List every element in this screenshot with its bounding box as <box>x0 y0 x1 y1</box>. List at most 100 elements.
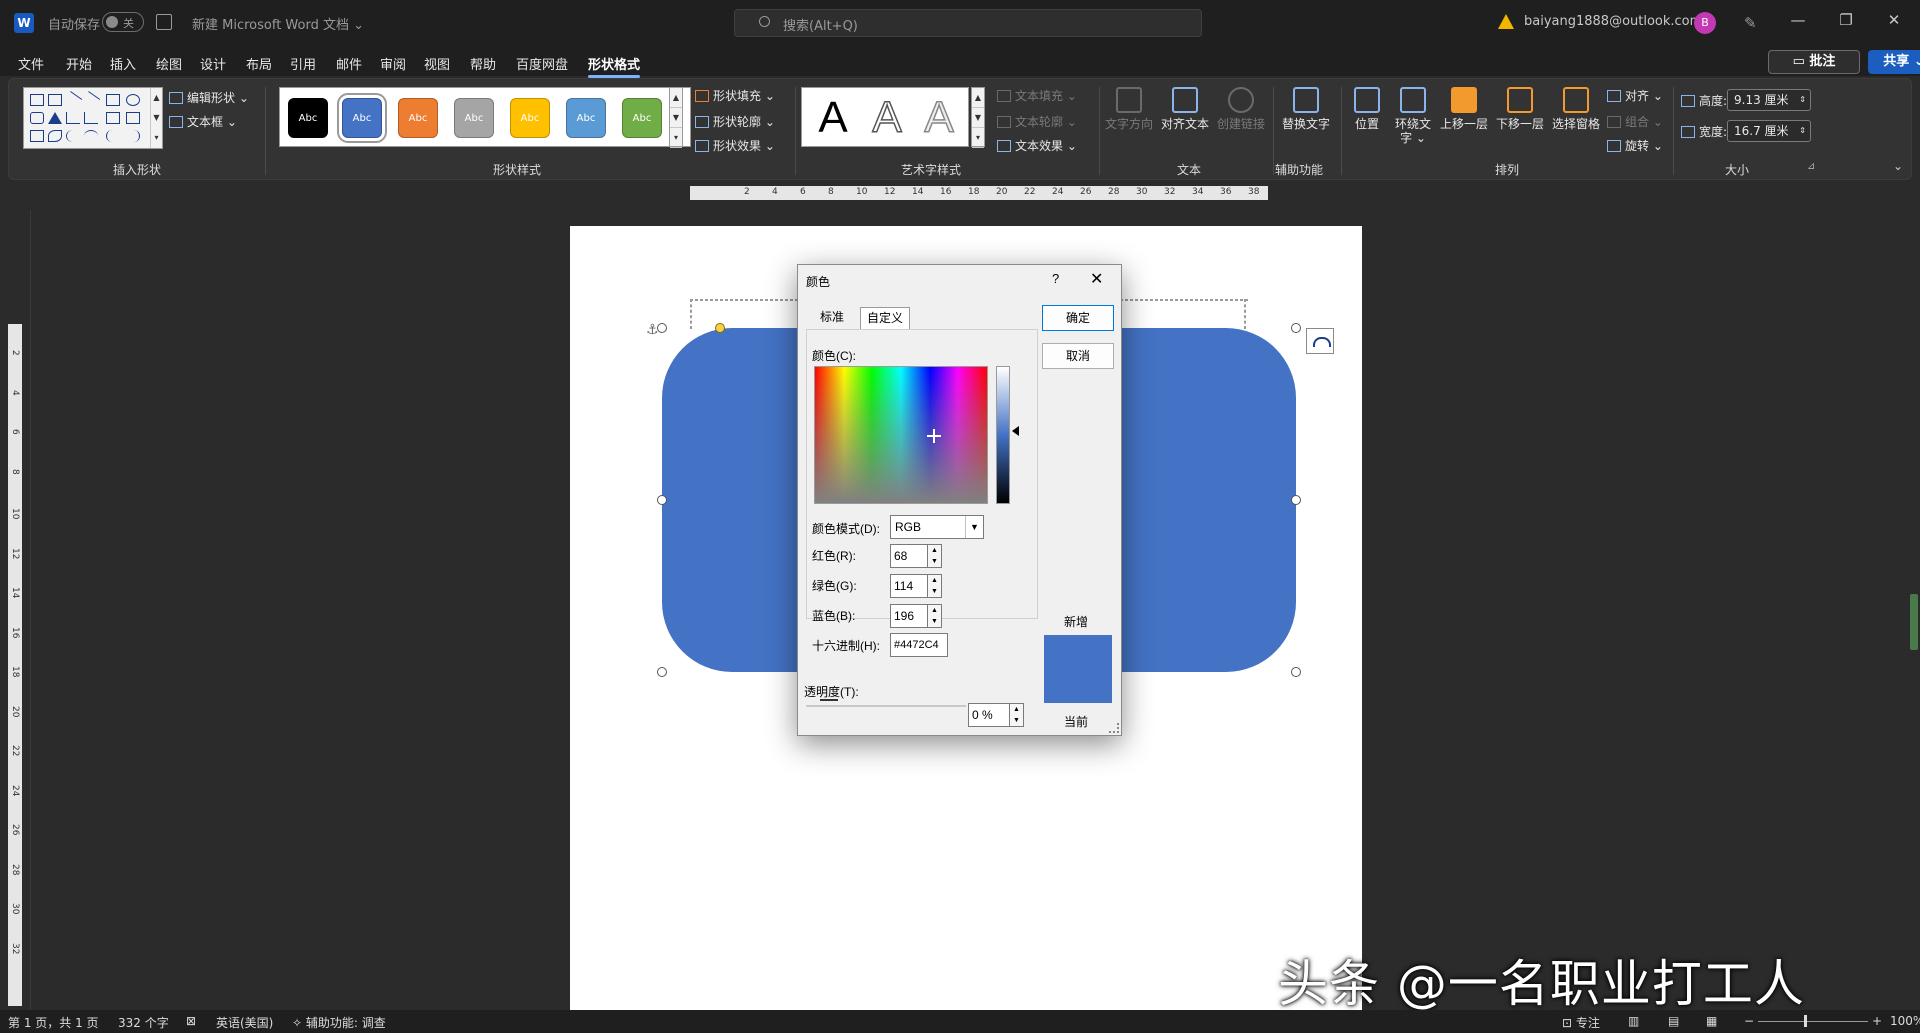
luminance-arrow-icon[interactable] <box>1012 426 1019 436</box>
left-brace-shape-icon[interactable] <box>106 130 120 142</box>
transparency-thumb[interactable] <box>820 699 838 701</box>
luminance-slider[interactable] <box>996 366 1010 504</box>
language[interactable]: 英语(美国) <box>216 1014 273 1031</box>
rounded-rectangle-shape-icon[interactable] <box>30 112 44 124</box>
position-button[interactable]: 位置 <box>1345 87 1389 131</box>
bring-forward-button[interactable]: 上移一层 <box>1437 87 1491 131</box>
create-link-button[interactable]: 创建链接 <box>1215 87 1267 131</box>
zoom-in-icon[interactable]: + <box>1872 1014 1882 1028</box>
tab-standard[interactable]: 标准 <box>814 307 850 329</box>
autosave-toggle[interactable]: 关 <box>102 12 144 32</box>
tab-design[interactable]: 设计 <box>200 54 226 73</box>
blue-input[interactable]: 196 <box>890 604 928 628</box>
tab-insert[interactable]: 插入 <box>110 54 136 73</box>
search-box[interactable]: 搜索(Alt+Q) <box>734 9 1202 37</box>
down-arrow-shape-icon[interactable] <box>126 112 140 124</box>
shapes-gallery[interactable]: ▲ ▼ ▾ <box>23 87 163 149</box>
send-backward-button[interactable]: 下移一层 <box>1493 87 1547 131</box>
edit-shape-button[interactable]: 编辑形状 ⌄ <box>169 89 249 106</box>
tab-help[interactable]: 帮助 <box>470 54 496 73</box>
resize-handle-left[interactable] <box>657 495 667 505</box>
zoom-level[interactable]: 100% <box>1890 1014 1920 1028</box>
color-spectrum[interactable] <box>814 366 988 504</box>
curve-shape-icon[interactable] <box>66 130 80 142</box>
text-direction-button[interactable]: 文字方向 <box>1103 87 1155 131</box>
comment-button[interactable]: ▭ 批注 <box>1768 50 1860 74</box>
style-preset-blue[interactable]: Abc <box>337 93 387 143</box>
width-spin-icon[interactable]: ⇕ <box>1799 121 1806 141</box>
line-shape-icon[interactable] <box>63 91 83 109</box>
proofing-icon[interactable]: ⊠ <box>186 1014 196 1028</box>
flowchart-shape-icon[interactable] <box>30 130 44 142</box>
resize-grip-icon[interactable] <box>1109 723 1119 733</box>
freeform-shape-icon[interactable] <box>48 130 62 142</box>
style-preset-green[interactable]: Abc <box>622 98 662 138</box>
help-icon[interactable]: ? <box>1052 271 1059 286</box>
vertical-textbox-shape-icon[interactable] <box>48 94 62 106</box>
right-brace-shape-icon[interactable] <box>126 130 140 142</box>
elbow-connector-shape-icon[interactable] <box>66 112 80 124</box>
layout-options-icon[interactable] <box>1306 328 1334 354</box>
textbox-shape-icon[interactable] <box>30 94 44 106</box>
zoom-out-icon[interactable]: − <box>1744 1014 1754 1028</box>
text-outline-button[interactable]: 文本轮廓 ⌄ <box>997 113 1077 130</box>
green-spinner[interactable]: ▲ ▼ <box>928 574 942 598</box>
rectangle-shape-icon[interactable] <box>106 94 120 106</box>
style-preset-orange[interactable]: Abc <box>398 98 438 138</box>
style-preset-black[interactable]: Abc <box>288 98 328 138</box>
word-count[interactable]: 332 个字 <box>118 1014 169 1031</box>
cancel-button[interactable]: 取消 <box>1042 343 1114 369</box>
tab-shape-format[interactable]: 形状格式 <box>588 54 641 78</box>
transparency-input[interactable]: 0 % <box>968 703 1010 727</box>
selection-pane-button[interactable]: 选择窗格 <box>1549 87 1603 131</box>
resize-handle-right[interactable] <box>1291 495 1301 505</box>
zoom-thumb[interactable] <box>1804 1015 1807 1027</box>
close-window-button[interactable]: ✕ <box>1884 10 1904 30</box>
red-input[interactable]: 68 <box>890 544 928 568</box>
hex-input[interactable]: #4472C4 <box>890 633 948 657</box>
tab-mailings[interactable]: 邮件 <box>336 54 362 73</box>
print-layout-icon[interactable]: ▤ <box>1668 1014 1679 1028</box>
tab-custom[interactable]: 自定义 <box>860 307 911 329</box>
shape-fill-button[interactable]: 形状填充 ⌄ <box>695 87 775 104</box>
wordart-preset-outline[interactable]: A <box>862 92 912 144</box>
style-preset-gold[interactable]: Abc <box>510 98 550 138</box>
zoom-slider[interactable] <box>1758 1021 1868 1022</box>
alt-text-button[interactable]: 替换文字 <box>1279 87 1333 131</box>
style-preset-gray[interactable]: Abc <box>454 98 494 138</box>
transparency-spinner[interactable]: ▲ ▼ <box>1010 703 1024 727</box>
color-mode-select[interactable]: RGB ▼ <box>890 515 984 539</box>
tab-layout[interactable]: 布局 <box>246 54 272 73</box>
account-email[interactable]: baiyang1888@outlook.com <box>1524 14 1702 29</box>
scroll-marker[interactable] <box>1910 594 1918 650</box>
size-launcher-icon[interactable]: ⊿ <box>1807 161 1815 172</box>
shapes-scroll[interactable]: ▲ ▼ ▾ <box>150 88 162 148</box>
height-spin-icon[interactable]: ⇕ <box>1799 90 1806 110</box>
oval-shape-icon[interactable] <box>126 94 140 106</box>
wordart-preset-light[interactable]: A <box>914 92 964 144</box>
width-input[interactable]: 16.7 厘米 ⇕ <box>1727 120 1811 142</box>
red-spinner[interactable]: ▲ ▼ <box>928 544 942 568</box>
adjust-handle[interactable] <box>715 323 725 333</box>
page-count[interactable]: 第 1 页，共 1 页 <box>8 1014 99 1031</box>
tab-references[interactable]: 引用 <box>290 54 316 73</box>
shape-effects-button[interactable]: 形状效果 ⌄ <box>695 137 775 154</box>
resize-handle-top-left[interactable] <box>657 323 667 333</box>
wordart-scroll[interactable]: ▲ ▼ ▾ <box>971 87 985 148</box>
resize-handle-bottom-right[interactable] <box>1291 667 1301 677</box>
shape-outline-button[interactable]: 形状轮廓 ⌄ <box>695 113 775 130</box>
web-layout-icon[interactable]: ▦ <box>1706 1014 1717 1028</box>
arc-shape-icon[interactable] <box>84 130 98 142</box>
styles-scroll[interactable]: ▲ ▼ ▾ <box>669 87 683 148</box>
tab-review[interactable]: 审阅 <box>380 54 406 73</box>
tab-draw[interactable]: 绘图 <box>156 54 182 73</box>
save-icon[interactable] <box>156 14 172 30</box>
arrow-line-shape-icon[interactable] <box>81 91 101 109</box>
collapse-ribbon-icon[interactable]: ⌄ <box>1893 159 1903 173</box>
tab-baidu-netdisk[interactable]: 百度网盘 <box>516 54 568 73</box>
warning-icon[interactable] <box>1498 14 1514 29</box>
minimize-button[interactable]: — <box>1788 10 1808 30</box>
rotate-button[interactable]: 旋转 ⌄ <box>1607 137 1663 154</box>
elbow-arrow-shape-icon[interactable] <box>84 112 98 124</box>
text-fill-button[interactable]: 文本填充 ⌄ <box>997 87 1077 104</box>
